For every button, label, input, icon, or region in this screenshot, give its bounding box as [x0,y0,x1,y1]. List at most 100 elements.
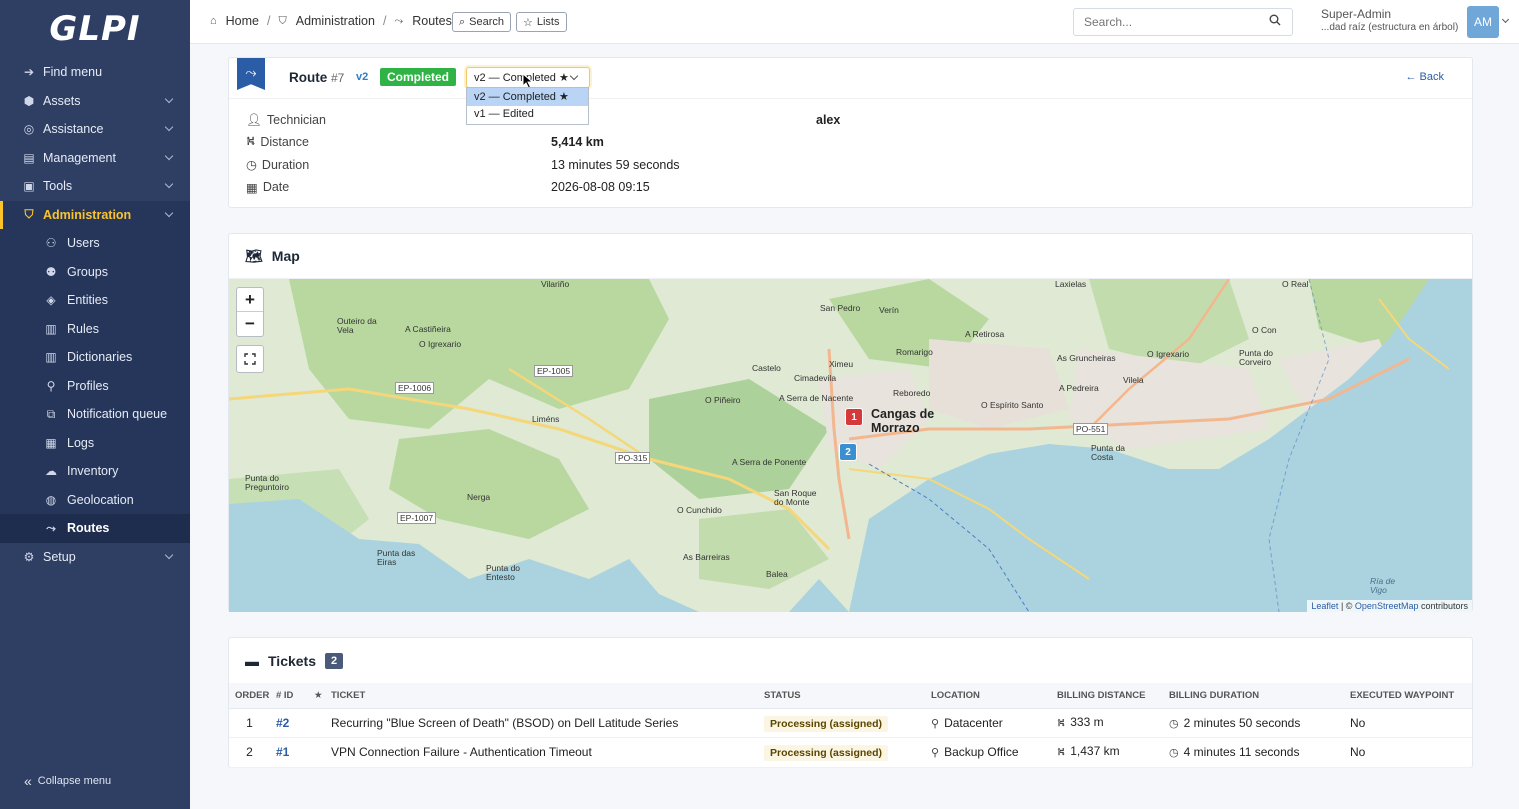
menu-find[interactable]: ➔ Find menu [0,58,190,87]
crumb-routes[interactable]: Routes [412,14,452,28]
place-label: O Con [1252,325,1277,335]
label-text: Distance [260,135,309,150]
calendar-icon: ▦ [246,180,258,195]
place-label: Reboredo [893,388,931,398]
ticket-id-link[interactable]: #1 [276,745,289,759]
version-option[interactable]: v2 — Completed ★ [467,88,588,106]
search-button[interactable]: ⌕ Search [452,12,512,32]
place-label: O Igrexario [1147,349,1190,359]
zoom-control: + − [236,287,264,337]
sidebar-item-geolocation[interactable]: ◍ Geolocation [0,486,190,515]
sidebar-item-inventory[interactable]: ☁ Inventory [0,457,190,486]
menu-label: Find menu [43,65,103,80]
place-label: Vilariño [541,279,570,289]
distance-text: 1,437 km [1070,744,1120,759]
route-marker-2[interactable]: 2 [839,443,857,461]
sidebar-item-notification-queue[interactable]: ⧉ Notification queue [0,400,190,429]
avatar[interactable]: AM [1467,6,1499,38]
fullscreen-button[interactable] [236,345,264,373]
zoom-out-button[interactable]: − [237,312,263,336]
breadcrumb: ⌂ Home / ⛉ Administration / ⤳ Routes [210,14,452,28]
glpi-logo[interactable]: GLPI [0,0,190,58]
road-label: EP-1005 [534,365,574,377]
crumb-administration[interactable]: Administration [296,14,375,28]
tickets-table: ORDER # ID ★ TICKET STATUS LOCATION BILL… [229,683,1472,768]
field-label: ⛕ Distance [246,134,309,150]
ticket-id-link[interactable]: #2 [276,716,289,730]
place-label: Cangas de Morrazo [871,407,935,435]
menu-administration[interactable]: ⛉ Administration [0,200,190,229]
menu-assistance[interactable]: ◎ Assistance [0,115,190,144]
place-label: Balea [766,569,788,579]
col-status[interactable]: STATUS [758,683,925,709]
zoom-in-button[interactable]: + [237,288,263,312]
arrow-left-icon: ← [1405,71,1420,83]
globe-icon: ◍ [45,492,57,507]
col-id[interactable]: # ID [270,683,308,709]
map-title: Map [271,248,300,264]
menu-setup[interactable]: ⚙ Setup [0,543,190,572]
book-icon: ▥ [45,350,57,365]
place-label: A Castiñeira [405,324,451,334]
duration-text: 4 minutes 11 seconds [1183,745,1300,760]
menu-management[interactable]: ▤ Management [0,144,190,173]
road-label: EP-1007 [397,512,437,524]
notification-icon: ⧉ [46,406,56,421]
field-label: 👤︎ Technician [246,113,326,128]
home-icon: ⌂ [210,15,217,27]
double-chevron-left-icon: « [24,773,32,789]
cell-ticket[interactable]: VPN Connection Failure - Authentication … [325,737,758,768]
menu-assets[interactable]: ⬢ Assets [0,87,190,116]
user-menu[interactable]: Super-Admin ...dad raíz (estructura en á… [1321,8,1458,34]
route-marker-1[interactable]: 1 [845,408,863,426]
attrib-sep: | © [1338,601,1355,611]
sidebar-item-logs[interactable]: ▦ Logs [0,429,190,458]
place-label: Cimadevila [794,373,837,383]
sub-label: Logs [67,435,95,450]
box-icon: ⬢ [23,93,35,108]
version-option[interactable]: v1 — Edited [467,106,588,124]
place-label: Punta do Corveiro [1239,348,1274,367]
cell-status: Processing (assigned) [758,708,925,738]
sidebar-item-dictionaries[interactable]: ▥ Dictionaries [0,343,190,372]
col-location[interactable]: LOCATION [925,683,1051,709]
lists-button[interactable]: ☆ Lists [516,12,567,32]
distance-text: 333 m [1070,714,1104,729]
sidebar-item-entities[interactable]: ◈ Entities [0,286,190,315]
place-label: A Serra de Nacente [779,393,854,403]
col-billing-duration[interactable]: BILLING DURATION [1163,683,1344,709]
sidebar-item-users[interactable]: ⚇ Users [0,229,190,258]
col-star[interactable]: ★ [308,683,325,709]
tickets-card: ▬ Tickets 2 ORDER # ID ★ TICKET STATUS L… [228,637,1473,768]
sidebar-item-profiles[interactable]: ⚲ Profiles [0,372,190,401]
leaflet-link[interactable]: Leaflet [1311,601,1338,611]
cell-distance: ⛕ 1,437 km [1051,737,1163,768]
place-label: Punta do Preguntoiro [245,473,289,492]
place-label: Laxielas [1055,279,1087,289]
collapse-menu-button[interactable]: « Collapse menu [24,773,111,789]
sidebar-item-routes[interactable]: ⤳ Routes [0,514,190,543]
sub-label: Entities [67,293,108,308]
crumb-home[interactable]: Home [226,14,259,28]
label-text: Duration [261,157,310,172]
col-billing-distance[interactable]: BILLING DISTANCE [1051,683,1163,709]
tickets-count-badge: 2 [325,652,344,669]
menu-tools[interactable]: ▣ Tools [0,172,190,201]
back-link[interactable]: ← Back [1405,71,1444,83]
clock-icon: ◷ [1169,717,1179,730]
global-search-input[interactable] [1073,8,1293,36]
map-canvas[interactable]: Cangas de Morrazo Vilariño Outeiro da Ve… [229,279,1472,612]
sidebar-item-groups[interactable]: ⚉ Groups [0,258,190,287]
col-order[interactable]: ORDER [229,683,270,709]
chevron-down-icon[interactable] [1501,15,1510,24]
osm-link[interactable]: OpenStreetMap [1355,601,1419,611]
clock-icon: ◷ [246,158,257,173]
search-icon[interactable] [1269,14,1281,26]
place-label: Nerga [467,492,491,502]
field-value: alex [816,113,841,128]
col-executed-waypoint[interactable]: EXECUTED WAYPOINT [1344,683,1472,709]
col-ticket[interactable]: TICKET [325,683,758,709]
cell-ticket[interactable]: Recurring "Blue Screen of Death" (BSOD) … [325,708,758,738]
sidebar-item-rules[interactable]: ▥ Rules [0,315,190,344]
route-icon: ⤳ [46,520,56,535]
